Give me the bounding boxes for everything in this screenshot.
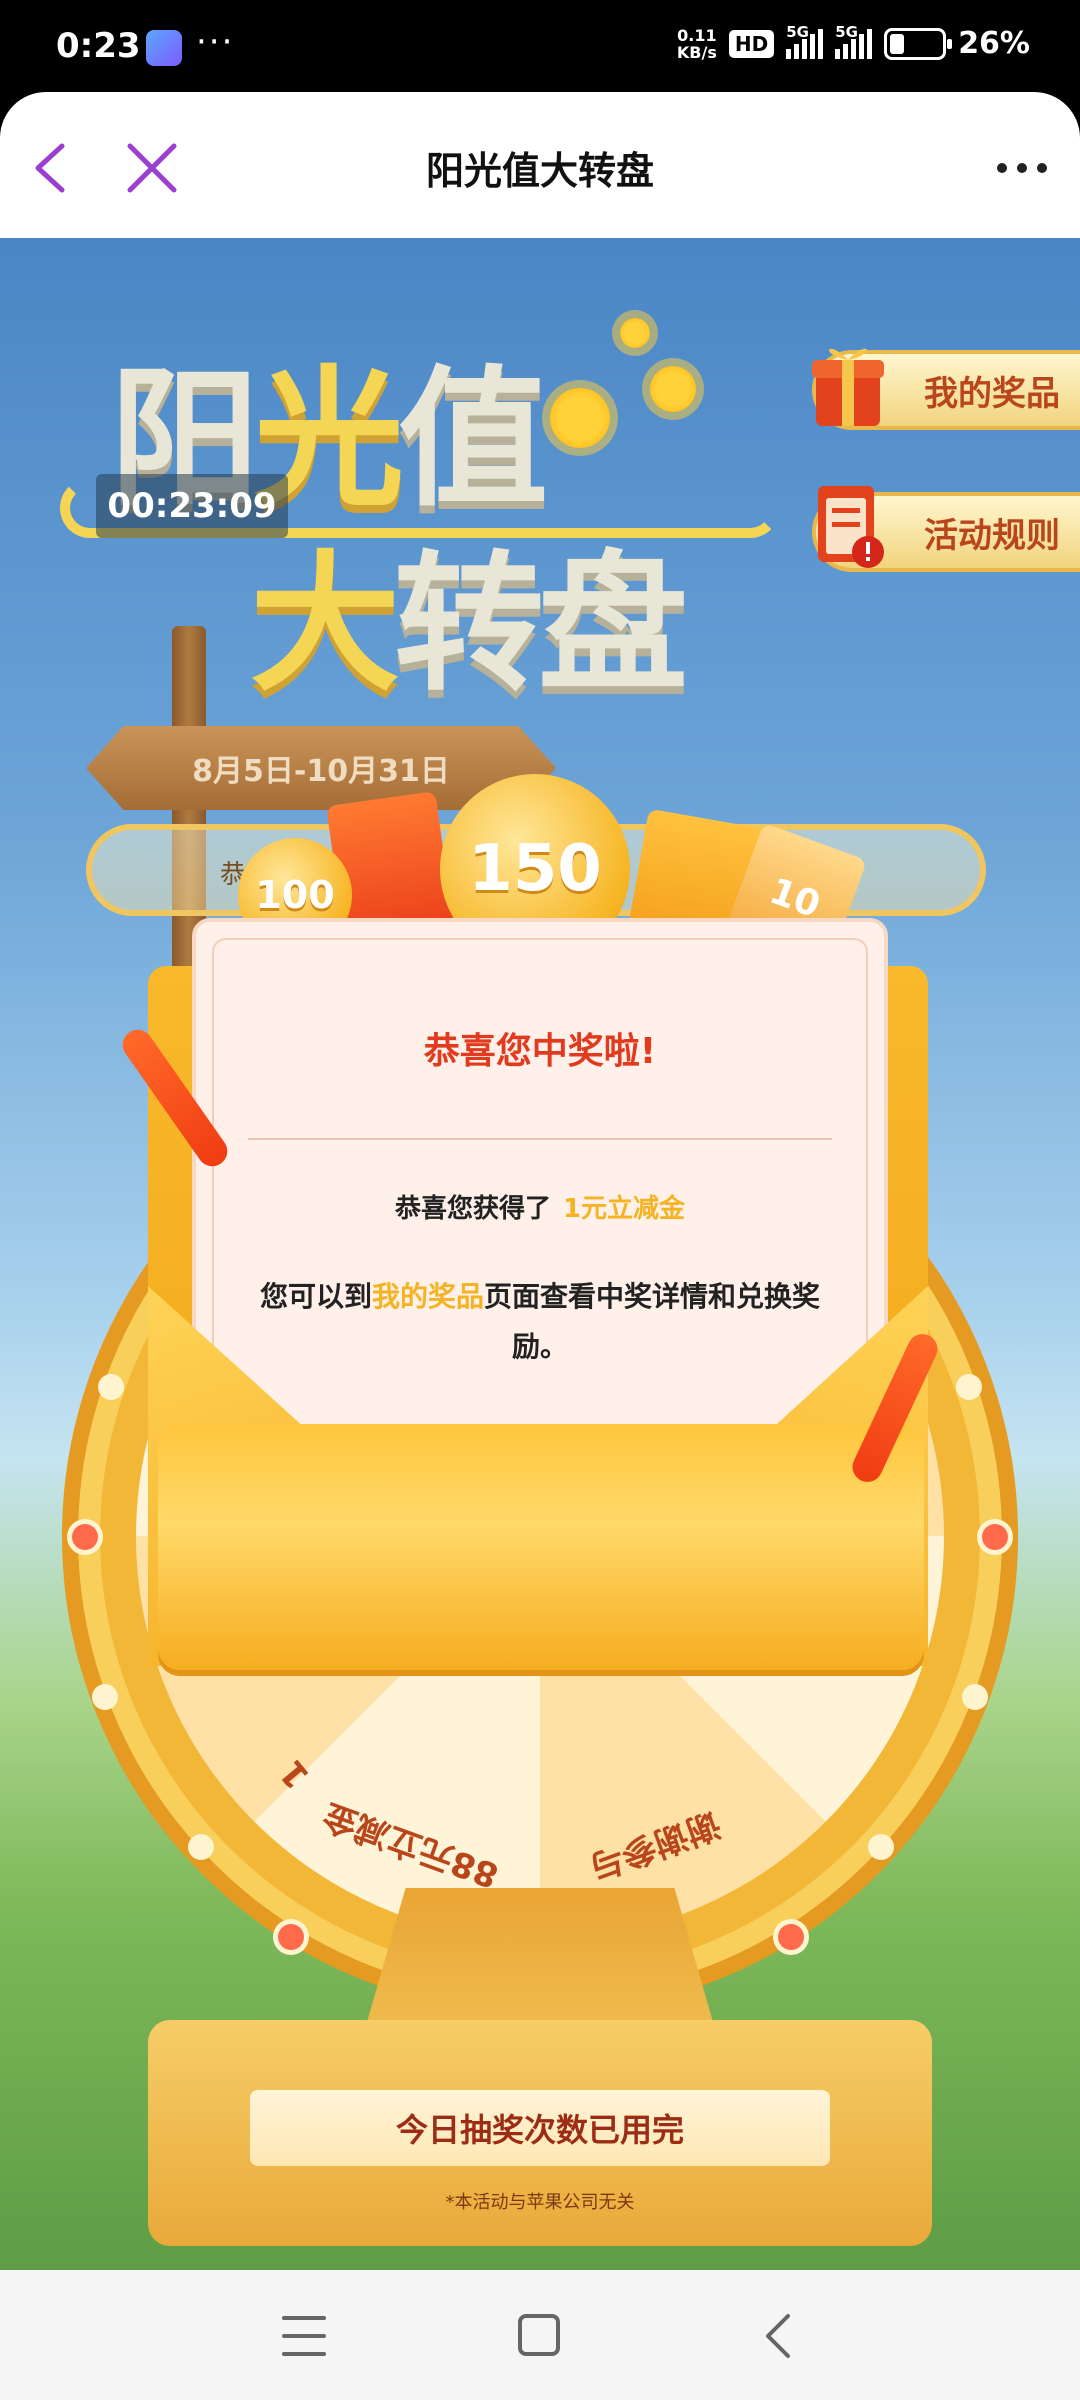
modal-divider <box>248 1138 832 1140</box>
battery-percent: 26% <box>958 26 1030 61</box>
page-title: 阳光值大转盘 <box>425 149 654 193</box>
home-icon[interactable] <box>518 2314 560 2356</box>
network-type: 5G <box>786 22 809 41</box>
menu-icon[interactable] <box>282 2316 326 2356</box>
nav-back-icon[interactable] <box>758 2312 798 2360</box>
main-content: 阳光值 大转盘 我的奖品 活动规则 00:23:09 8月5日-10月31日 恭… <box>0 238 1080 2270</box>
prize-instructions: 您可以到我的奖品页面查看中奖详情和兑换奖励。 <box>254 1272 826 1372</box>
prize-name: 1元立减金 <box>562 1194 686 1224</box>
battery-icon <box>884 27 953 60</box>
prize-won-line: 恭喜您获得了 1元立减金 <box>214 1188 866 1225</box>
net-speed: 0.11 KB/s <box>677 27 717 61</box>
hd-badge: HD <box>728 29 775 58</box>
status-indicators: 0.11 KB/s HD 5G 5G 26% <box>677 23 1030 62</box>
net-speed-value: 0.11 <box>677 25 717 45</box>
coin-big-value: 150 <box>468 832 602 906</box>
prize-won-prefix: 恭喜您获得了 <box>394 1194 551 1224</box>
status-time: 0:23 <box>56 26 141 66</box>
my-prizes-link[interactable]: 我的奖品 <box>372 1280 484 1313</box>
status-more-icon: ··· <box>196 22 235 62</box>
signal-icon: 5G <box>786 23 824 59</box>
more-icon[interactable] <box>994 148 1050 188</box>
network-type-2: 5G <box>835 22 858 41</box>
nav-header: 阳光值大转盘 <box>0 92 1080 238</box>
net-speed-unit: KB/s <box>676 42 717 62</box>
desc-prefix: 您可以到 <box>259 1280 372 1313</box>
coin-small-value: 100 <box>255 873 335 917</box>
gallery-app-icon <box>146 30 182 66</box>
desc-suffix: 页面查看中奖详情和兑换奖励。 <box>484 1280 821 1363</box>
envelope-front[interactable] <box>158 1424 924 1670</box>
system-nav-bar <box>0 2270 1080 2400</box>
modal-title: 恭喜您中奖啦! <box>423 1031 657 1072</box>
signal-icon-2: 5G <box>835 23 873 59</box>
status-bar: 0:23 ··· 0.11 KB/s HD 5G 5G 26% <box>0 0 1080 96</box>
